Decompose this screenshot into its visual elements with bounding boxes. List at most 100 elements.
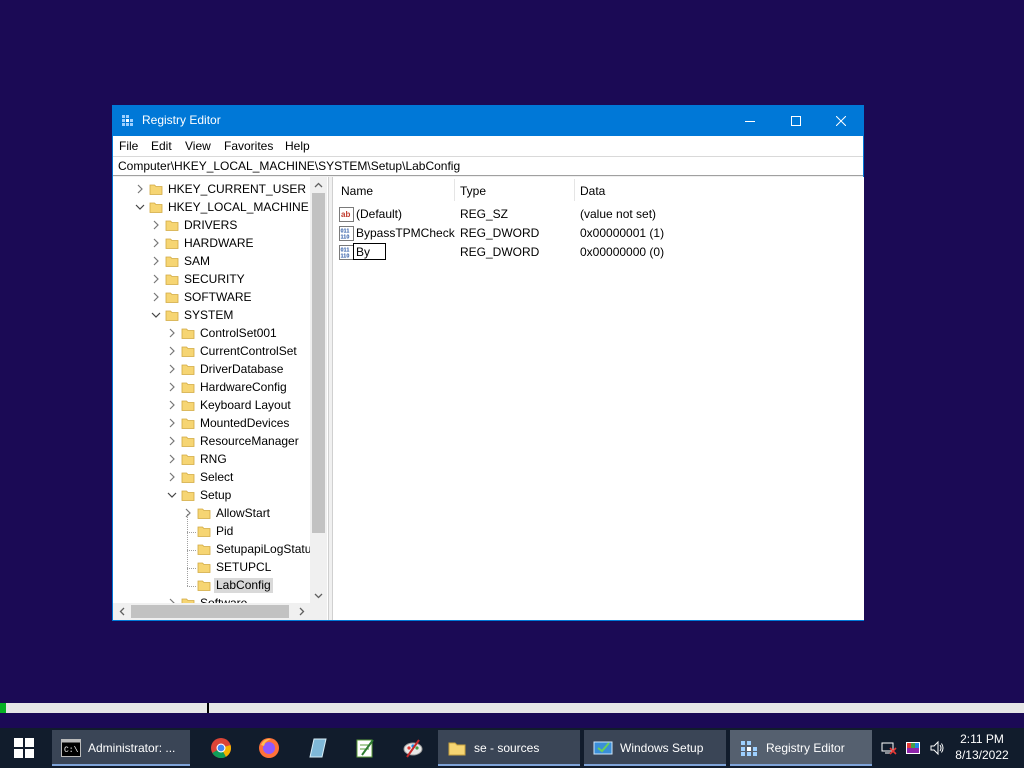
task-label: Windows Setup	[620, 741, 704, 755]
tree-node-label: Pid	[216, 524, 234, 538]
folder-icon	[197, 526, 211, 537]
folder-icon	[197, 544, 211, 555]
maximize-button[interactable]	[773, 106, 819, 136]
tree-horizontal-thumb[interactable]	[131, 605, 289, 618]
values-list-pane[interactable]: Name Type Data ab (Default) REG_SZ (valu…	[332, 177, 864, 620]
firefox-icon	[259, 738, 279, 758]
chevron-down-icon[interactable]	[151, 309, 161, 321]
value-type: REG_SZ	[460, 207, 509, 221]
value-type: REG_DWORD	[460, 226, 540, 240]
chevron-down-icon[interactable]	[167, 489, 177, 501]
address-path: Computer\HKEY_LOCAL_MACHINE\SYSTEM\Setup…	[118, 159, 461, 173]
chevron-right-icon[interactable]	[167, 345, 177, 357]
start-button[interactable]	[0, 728, 48, 768]
column-header-name[interactable]: Name	[341, 184, 373, 198]
chevron-right-icon[interactable]	[167, 453, 177, 465]
value-name: BypassTPMCheck	[356, 226, 455, 240]
scroll-right-icon[interactable]	[297, 607, 306, 616]
taskbar-app-installer[interactable]	[293, 728, 341, 768]
tree-node-label: SOFTWARE	[184, 290, 252, 304]
chevron-right-icon[interactable]	[167, 471, 177, 483]
column-divider[interactable]	[574, 179, 575, 201]
folder-icon	[165, 238, 179, 249]
taskbar-task-command-prompt[interactable]: C:\ Administrator: ...	[52, 730, 190, 766]
title-bar[interactable]: Registry Editor	[113, 106, 863, 136]
folder-icon	[181, 436, 195, 447]
chevron-right-icon[interactable]	[151, 255, 161, 267]
chevron-right-icon[interactable]	[167, 417, 177, 429]
folder-icon	[181, 346, 195, 357]
tree-vertical-thumb[interactable]	[312, 193, 325, 533]
scroll-left-icon[interactable]	[118, 607, 127, 616]
tree-node-label: SetupapiLogStatus	[216, 542, 318, 556]
column-divider[interactable]	[454, 179, 455, 201]
registry-editor-window: Registry Editor File Edit View Favorites…	[112, 105, 864, 621]
menu-help[interactable]: Help	[285, 139, 310, 153]
folder-icon	[149, 184, 163, 195]
chevron-right-icon[interactable]	[135, 183, 145, 195]
tray-color-app[interactable]	[902, 728, 924, 768]
tree-vertical-scrollbar[interactable]	[310, 177, 327, 603]
address-bar[interactable]: Computer\HKEY_LOCAL_MACHINE\SYSTEM\Setup…	[113, 156, 863, 176]
tree-horizontal-scrollbar[interactable]	[113, 603, 327, 620]
column-header-type[interactable]: Type	[460, 184, 486, 198]
notepad-icon	[356, 739, 374, 758]
chevron-right-icon[interactable]	[183, 507, 193, 519]
setup-progress-bar	[0, 703, 1024, 713]
tree-connector	[187, 568, 196, 569]
chevron-down-icon[interactable]	[135, 201, 145, 213]
taskbar-notepad[interactable]	[341, 728, 389, 768]
chevron-right-icon[interactable]	[167, 435, 177, 447]
taskbar: C:\ Administrator: ... se - sources Wind…	[0, 728, 1024, 768]
progress-fill	[0, 703, 7, 713]
scroll-down-icon[interactable]	[314, 591, 323, 600]
rename-input[interactable]	[353, 243, 386, 260]
minimize-button[interactable]	[727, 106, 773, 136]
menu-view[interactable]: View	[185, 139, 211, 153]
color-palette-icon	[906, 742, 920, 754]
value-row-bypasstpmcheck[interactable]: 011 110 BypassTPMCheck REG_DWORD 0x00000…	[339, 224, 859, 243]
column-header-data[interactable]: Data	[580, 184, 605, 198]
chevron-right-icon[interactable]	[167, 399, 177, 411]
menu-file[interactable]: File	[119, 139, 138, 153]
tray-network[interactable]	[878, 728, 900, 768]
tree-node-label: Keyboard Layout	[200, 398, 291, 412]
taskbar-task-windows-setup[interactable]: Windows Setup	[584, 730, 726, 766]
taskbar-task-file-explorer[interactable]: se - sources	[438, 730, 580, 766]
scroll-up-icon[interactable]	[314, 181, 323, 190]
network-disconnected-icon	[881, 742, 897, 755]
task-label: Administrator: ...	[88, 741, 176, 755]
key-tree-pane[interactable]: HKEY_CURRENT_USER HKEY_LOCAL_MACHINE DRIVE…	[113, 177, 329, 620]
chrome-icon	[211, 738, 231, 759]
close-icon	[836, 116, 846, 126]
chevron-right-icon[interactable]	[167, 327, 177, 339]
value-name: (Default)	[356, 207, 403, 221]
chevron-right-icon[interactable]	[151, 291, 161, 303]
folder-icon	[181, 382, 195, 393]
chevron-right-icon[interactable]	[167, 363, 177, 375]
close-button[interactable]	[818, 106, 864, 136]
tree-node-label: Setup	[200, 488, 232, 502]
taskbar-paint[interactable]	[389, 728, 437, 768]
value-row-default[interactable]: ab (Default) REG_SZ (value not set)	[339, 205, 859, 224]
taskbar-task-registry-editor[interactable]: Registry Editor	[730, 730, 872, 766]
taskbar-firefox[interactable]	[245, 728, 293, 768]
value-row-new-renaming[interactable]: 011 110 REG_DWORD 0x00000000 (0)	[339, 243, 859, 262]
taskbar-chrome[interactable]	[197, 728, 245, 768]
folder-icon	[197, 580, 211, 591]
dword-value-icon: 011 110	[339, 226, 354, 241]
chevron-right-icon[interactable]	[167, 381, 177, 393]
folder-icon	[181, 364, 195, 375]
clock-date: 8/13/2022	[955, 748, 1009, 762]
chevron-right-icon[interactable]	[151, 237, 161, 249]
chevron-right-icon[interactable]	[151, 219, 161, 231]
menu-edit[interactable]: Edit	[151, 139, 172, 153]
tree-node-label: SAM	[184, 254, 211, 268]
folder-icon	[181, 400, 195, 411]
menu-favorites[interactable]: Favorites	[224, 139, 273, 153]
chevron-right-icon[interactable]	[151, 273, 161, 285]
taskbar-clock[interactable]: 2:11 PM 8/13/2022	[950, 731, 1014, 763]
folder-icon	[149, 202, 163, 213]
tray-volume[interactable]	[926, 728, 948, 768]
folder-icon	[197, 562, 211, 573]
